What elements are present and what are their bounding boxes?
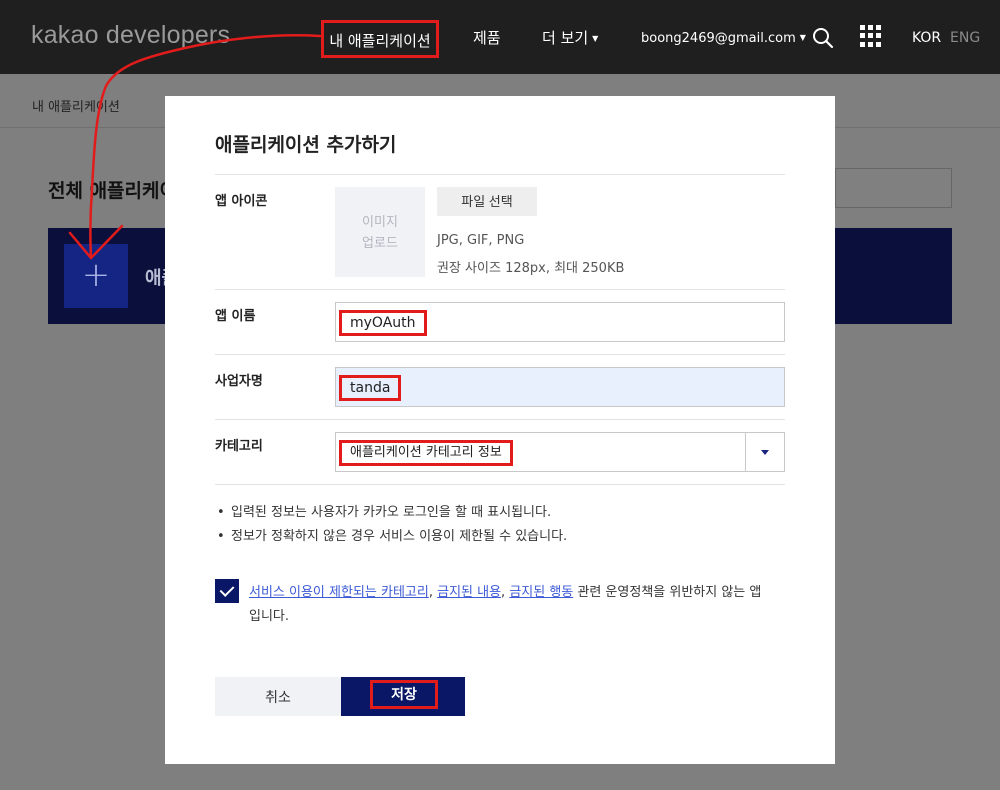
company-value: tanda [339,375,402,401]
save-button-label: 저장 [370,680,438,709]
nav-products[interactable]: 제품 [473,0,501,74]
restricted-category-link[interactable]: 서비스 이용이 제한되는 카테고리 [249,585,429,600]
agreement-text: 서비스 이용이 제한되는 카테고리, 금지된 내용, 금지된 행동 관련 운영정… [249,581,761,600]
breadcrumb[interactable]: 내 애플리케이션 [32,96,120,115]
app-search-input[interactable] [835,168,952,208]
logo[interactable]: kakao developers [31,21,230,50]
upload-text-line2: 업로드 [362,236,398,251]
agreement-checkbox[interactable] [215,579,239,603]
icon-format-hint: JPG, GIF, PNG [437,233,525,248]
note-item: • 정보가 정확하지 않은 경우 서비스 이용이 제한될 수 있습니다. [217,529,568,544]
dialog-title: 애플리케이션 추가하기 [215,134,397,156]
lang-eng[interactable]: ENG [950,30,980,46]
nav-my-apps[interactable]: 내 애플리케이션 [321,20,439,58]
nav-more-label: 더 보기 [542,29,589,47]
cancel-button[interactable]: 취소 [215,677,341,716]
nav-account[interactable]: boong2469@gmail.com ▼ [641,0,806,74]
icon-size-hint: 권장 사이즈 128px, 최대 250KB [437,261,625,276]
upload-text-line1: 이미지 [362,215,398,230]
file-select-button[interactable]: 파일 선택 [437,187,537,216]
save-button[interactable]: 저장 [341,677,465,716]
add-app-dialog: 애플리케이션 추가하기 앱 아이콘 이미지 업로드 파일 선택 JPG, GIF… [165,96,835,764]
divider [215,354,785,355]
agreement-text-tail: 관련 운영정책을 위반하지 않는 앱 [573,585,762,600]
company-label: 사업자명 [215,374,263,389]
search-icon[interactable] [812,27,834,49]
separator: , [428,585,438,600]
category-value: 애플리케이션 카테고리 정보 [339,440,513,466]
plus-icon[interactable]: + [64,244,128,308]
apps-grid-icon[interactable] [860,25,882,47]
company-input[interactable]: tanda [335,367,785,407]
page-title: 전체 애플리케이션 [48,180,165,202]
prohibited-behavior-link[interactable]: 금지된 행동 [509,585,573,600]
account-email: boong2469@gmail.com [641,31,796,46]
note-item: • 입력된 정보는 사용자가 카카오 로그인을 할 때 표시됩니다. [217,505,552,520]
divider [215,419,785,420]
note-text: 입력된 정보는 사용자가 카카오 로그인을 할 때 표시됩니다. [231,505,552,520]
top-nav: kakao developers 내 애플리케이션 제품 더 보기 ▼ boong… [0,0,1000,74]
icon-upload-box[interactable]: 이미지 업로드 [335,187,425,277]
nav-more[interactable]: 더 보기 ▼ [542,0,598,74]
app-name-label: 앱 이름 [215,309,256,324]
caret-down-icon: ▼ [592,34,599,43]
caret-down-icon: ▼ [799,33,806,42]
divider [215,484,785,485]
app-icon-label: 앱 아이콘 [215,194,268,209]
category-label: 카테고리 [215,439,263,454]
category-select[interactable]: 애플리케이션 카테고리 정보 [335,432,785,472]
prohibited-content-link[interactable]: 금지된 내용 [437,585,501,600]
note-text: 정보가 정확하지 않은 경우 서비스 이용이 제한될 수 있습니다. [231,529,568,544]
divider [215,174,785,175]
agreement-text-line2: 입니다. [249,609,290,624]
dropdown-arrow-icon[interactable] [745,433,784,471]
divider [215,289,785,290]
add-app-panel-label: 애플리케이션 추가하기 [145,268,165,289]
app-name-value: myOAuth [339,310,427,336]
lang-kor[interactable]: KOR [912,30,941,46]
app-name-input[interactable]: myOAuth [335,302,785,342]
